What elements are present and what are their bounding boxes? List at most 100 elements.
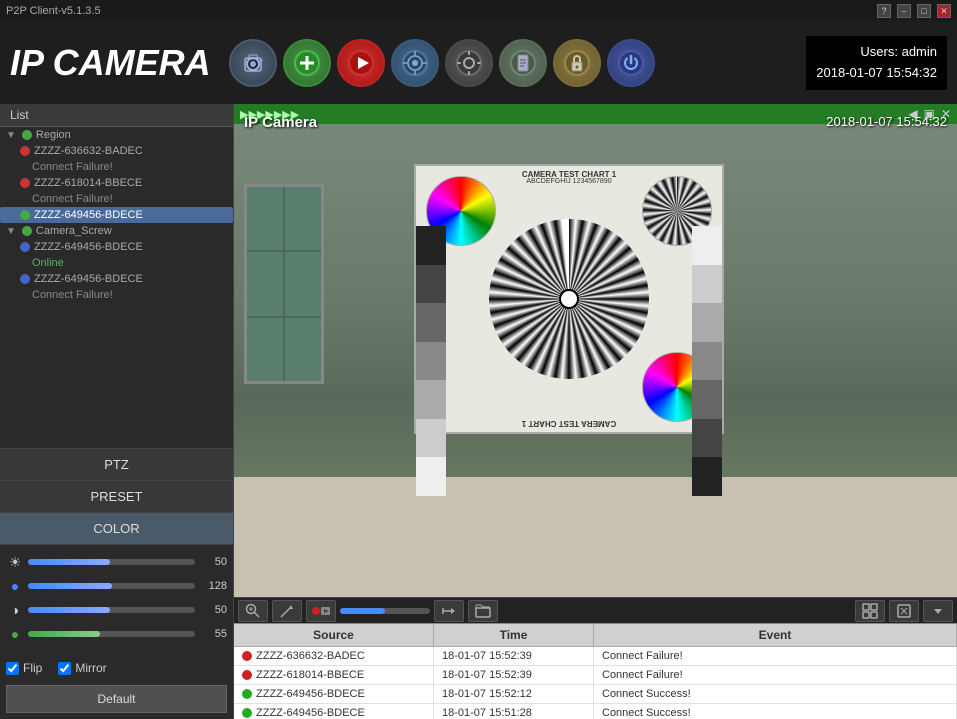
cam-expand-button[interactable] bbox=[923, 600, 953, 622]
chroma-row: ● 128 bbox=[6, 577, 227, 595]
contrast-icon: ◑ bbox=[6, 601, 24, 619]
gray-bar bbox=[416, 226, 446, 265]
sidebar: List ▼ Region ZZZZ-636632-BADEC Connect … bbox=[0, 104, 234, 719]
tree-sublabel-4: Online bbox=[32, 257, 64, 269]
gray-bar bbox=[692, 457, 722, 496]
event-row: ZZZZ-636632-BADEC 18-01-07 15:52:39 Conn… bbox=[234, 647, 957, 666]
color-controls: ☀ 50 ● 128 ◑ bbox=[0, 545, 233, 657]
contrast-track[interactable] bbox=[28, 607, 195, 613]
window-scene-left bbox=[244, 184, 324, 384]
chart-bottom-title: CAMERA TEST CHART 1 bbox=[522, 419, 616, 428]
window-pane bbox=[247, 318, 283, 381]
tree-group-region[interactable]: ▼ Region bbox=[0, 127, 233, 143]
cam-slider[interactable] bbox=[340, 608, 430, 614]
playback-toolbar-button[interactable] bbox=[337, 39, 385, 87]
ptz-button[interactable]: PTZ bbox=[0, 449, 233, 481]
tree-sublabel-2: Connect Failure! bbox=[32, 193, 113, 205]
lock-toolbar-button[interactable] bbox=[553, 39, 601, 87]
event-status-green-3 bbox=[242, 689, 252, 699]
tree-item-1[interactable]: ZZZZ-636632-BADEC bbox=[0, 143, 233, 159]
scene-wall bbox=[234, 477, 957, 597]
color-button[interactable]: COLOR bbox=[0, 513, 233, 545]
brightness-fill bbox=[28, 559, 110, 565]
close-button[interactable]: ✕ bbox=[937, 4, 951, 18]
event-event-1: Connect Failure! bbox=[594, 647, 957, 665]
dot-item5 bbox=[20, 274, 30, 284]
contrast-row: ◑ 50 bbox=[6, 601, 227, 619]
gray-bar bbox=[692, 380, 722, 419]
gray-bar bbox=[416, 380, 446, 419]
cam-record-button[interactable] bbox=[306, 600, 336, 622]
event-log-header: Source Time Event bbox=[234, 624, 957, 647]
cam-toolbar-right bbox=[855, 600, 953, 622]
event-event-3: Connect Success! bbox=[594, 685, 957, 703]
dot-item3 bbox=[20, 210, 30, 220]
flip-label[interactable]: Flip bbox=[6, 661, 42, 675]
window-pane bbox=[285, 187, 321, 250]
event-source-3: ZZZZ-649456-BDECE bbox=[234, 685, 434, 703]
tree-label-item1: ZZZZ-636632-BADEC bbox=[34, 145, 143, 157]
gray-bar bbox=[416, 342, 446, 381]
preset-button[interactable]: PRESET bbox=[0, 481, 233, 513]
settings-toolbar-button[interactable] bbox=[445, 39, 493, 87]
contrast-value: 50 bbox=[199, 604, 227, 616]
dot-item2 bbox=[20, 178, 30, 188]
tree-group-camera[interactable]: ▼ Camera_Screw bbox=[0, 223, 233, 239]
tree-item-5[interactable]: ZZZZ-649456-BDECE bbox=[0, 271, 233, 287]
maximize-button[interactable]: □ bbox=[917, 4, 931, 18]
cam-toolbar bbox=[234, 597, 957, 623]
default-button[interactable]: Default bbox=[6, 685, 227, 713]
cam-fullscreen-button[interactable] bbox=[889, 600, 919, 622]
cam-draw-button[interactable] bbox=[272, 600, 302, 622]
flip-checkbox[interactable] bbox=[6, 662, 19, 675]
cam-grid-button[interactable] bbox=[855, 600, 885, 622]
gray-bar bbox=[692, 303, 722, 342]
list-header: List bbox=[0, 104, 233, 127]
cam-arrow-button[interactable] bbox=[434, 600, 464, 622]
list-label: List bbox=[10, 108, 29, 122]
cam-datetime: 2018-01-07 15:54:32 bbox=[826, 114, 947, 129]
power-toolbar-button[interactable] bbox=[607, 39, 655, 87]
chroma-fill bbox=[28, 583, 112, 589]
tree-item-3-selected[interactable]: ZZZZ-649456-BDECE bbox=[0, 207, 233, 223]
event-status-red-1 bbox=[242, 651, 252, 661]
event-time-4: 18-01-07 15:51:28 bbox=[434, 704, 594, 719]
camera-area: CAMERA TEST CHART 1 ABCDEFGHIJ 123456789… bbox=[234, 104, 957, 719]
mirror-label[interactable]: Mirror bbox=[58, 661, 106, 675]
file-toolbar-button[interactable] bbox=[499, 39, 547, 87]
event-event-4: Connect Success! bbox=[594, 704, 957, 719]
camera-toolbar-button[interactable] bbox=[229, 39, 277, 87]
brightness-track[interactable] bbox=[28, 559, 195, 565]
toolbar bbox=[229, 39, 799, 87]
dot-region bbox=[22, 130, 32, 140]
help-button[interactable]: ? bbox=[877, 4, 891, 18]
gray-bars-left bbox=[416, 226, 446, 496]
col-source: Source bbox=[234, 624, 434, 646]
hue-track[interactable] bbox=[28, 631, 195, 637]
add-toolbar-button[interactable] bbox=[283, 39, 331, 87]
ptz-toolbar-button[interactable] bbox=[391, 39, 439, 87]
tree-label-camera: Camera_Screw bbox=[36, 225, 112, 237]
dot-camera-group bbox=[22, 226, 32, 236]
tree-subitem-4: Online bbox=[0, 255, 233, 271]
event-log: Source Time Event ZZZZ-636632-BADEC 18-0… bbox=[234, 623, 957, 719]
window-pane bbox=[285, 252, 321, 315]
tree-subitem-1: Connect Failure! bbox=[0, 159, 233, 175]
event-status-red-2 bbox=[242, 670, 252, 680]
cam-folder-button[interactable] bbox=[468, 600, 498, 622]
hue-row: ● 55 bbox=[6, 625, 227, 643]
chroma-track[interactable] bbox=[28, 583, 195, 589]
datetime-display: Users: admin 2018-01-07 15:54:32 bbox=[806, 36, 947, 90]
tree-label-region: Region bbox=[36, 129, 71, 141]
tree-item-2[interactable]: ZZZZ-618014-BBECE bbox=[0, 175, 233, 191]
gray-bar bbox=[692, 265, 722, 304]
mirror-checkbox[interactable] bbox=[58, 662, 71, 675]
tree-sublabel-1: Connect Failure! bbox=[32, 161, 113, 173]
chart-center-dot bbox=[559, 289, 579, 309]
cam-zoom-button[interactable] bbox=[238, 600, 268, 622]
tree-item-4[interactable]: ZZZZ-649456-BDECE bbox=[0, 239, 233, 255]
minimize-button[interactable]: – bbox=[897, 4, 911, 18]
dot-item4 bbox=[20, 242, 30, 252]
event-time-1: 18-01-07 15:52:39 bbox=[434, 647, 594, 665]
dot-item1 bbox=[20, 146, 30, 156]
